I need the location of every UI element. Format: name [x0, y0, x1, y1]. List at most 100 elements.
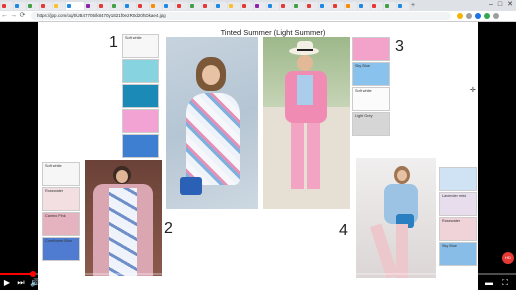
browser-tab[interactable]	[85, 1, 97, 10]
fullscreen-icon[interactable]: ⛶	[498, 276, 512, 290]
tab-favicon-icon	[281, 3, 285, 8]
tab-favicon-icon	[138, 3, 142, 8]
browser-tab[interactable]	[14, 1, 26, 10]
close-window-button[interactable]: ✕	[507, 1, 513, 9]
browser-tab[interactable]	[319, 1, 331, 10]
address-bar-row: ← → ⟳ https://jpp.com/oq/t/UB47705/k8470…	[0, 11, 516, 22]
browser-tab[interactable]	[371, 1, 383, 10]
browser-tab[interactable]	[397, 1, 409, 10]
extension-icon[interactable]	[457, 13, 463, 19]
tab-favicon-icon	[86, 3, 90, 8]
browser-tab[interactable]	[124, 1, 136, 10]
tab-favicon-icon	[255, 3, 259, 8]
tab-favicon-icon	[125, 3, 129, 8]
swatch-g1-1	[122, 59, 159, 83]
browser-tab[interactable]	[332, 1, 344, 10]
theater-icon[interactable]: ▬	[482, 276, 496, 290]
browser-tab[interactable]	[345, 1, 357, 10]
tab-favicon-icon	[229, 3, 233, 8]
tab-favicon-icon	[398, 3, 402, 8]
tab-favicon-icon	[151, 3, 155, 8]
forward-icon[interactable]: →	[9, 11, 18, 21]
photo-4-outfit	[356, 158, 436, 278]
progress-fill	[0, 273, 34, 275]
number-1: 1	[109, 34, 118, 51]
browser-tab[interactable]	[137, 1, 149, 10]
video-frame: Tinted Summer (Light Summer) 1 2 3 4 Sof…	[38, 22, 478, 290]
browser-tab[interactable]	[1, 1, 13, 10]
tab-favicon-icon	[385, 3, 389, 8]
tab-favicon-icon	[54, 3, 58, 8]
tab-favicon-icon	[242, 3, 246, 8]
tab-favicon-icon	[112, 3, 116, 8]
video-viewer[interactable]: Tinted Summer (Light Summer) 1 2 3 4 Sof…	[0, 22, 516, 290]
new-tab-button[interactable]: +	[411, 2, 415, 10]
swatch-g4-3: Sky Blue	[439, 242, 477, 266]
browser-tab[interactable]	[111, 1, 123, 10]
number-3: 3	[395, 38, 404, 55]
browser-tab[interactable]	[267, 1, 279, 10]
browser-tab[interactable]	[293, 1, 305, 10]
image-title: Tinted Summer (Light Summer)	[220, 28, 326, 37]
back-icon[interactable]: ←	[0, 11, 9, 21]
number-2: 2	[164, 220, 173, 237]
browser-tab[interactable]	[53, 1, 65, 10]
tab-favicon-icon	[99, 3, 103, 8]
browser-tab[interactable]	[176, 1, 188, 10]
play-icon[interactable]: ▶	[0, 276, 14, 290]
browser-tab[interactable]	[384, 1, 396, 10]
tab-favicon-icon	[2, 3, 6, 8]
time-display: 0:04 / 9:26	[46, 280, 75, 286]
browser-tab[interactable]	[66, 1, 84, 10]
tab-favicon-icon	[67, 3, 71, 8]
extension-icon[interactable]	[466, 13, 472, 19]
swatch-g3-1: Sky Blue	[352, 62, 390, 86]
extension-icon[interactable]	[484, 13, 490, 19]
number-4: 4	[339, 222, 348, 239]
tab-favicon-icon	[203, 3, 207, 8]
tab-favicon-icon	[333, 3, 337, 8]
extension-icon[interactable]	[475, 13, 481, 19]
tab-favicon-icon	[372, 3, 376, 8]
swatch-g1-2	[122, 84, 159, 108]
browser-tab[interactable]	[306, 1, 318, 10]
reload-icon[interactable]: ⟳	[18, 11, 27, 21]
minimize-button[interactable]: –	[489, 1, 493, 9]
tab-favicon-icon	[320, 3, 324, 8]
video-progress-bar[interactable]	[0, 271, 516, 277]
player-controls: ▶ ⏭ 🔊 0:04 / 9:26 CC ⚙ ▭ ▬ ⛶	[0, 276, 516, 290]
browser-tab[interactable]	[280, 1, 292, 10]
browser-tab[interactable]	[254, 1, 266, 10]
browser-tab[interactable]	[163, 1, 175, 10]
url-field[interactable]: https://jpp.com/oq/t/UB47705/k8470y1821f…	[31, 12, 451, 20]
settings-icon[interactable]: ⚙	[450, 276, 464, 290]
tab-favicon-icon	[268, 3, 272, 8]
tab-favicon-icon	[294, 3, 298, 8]
swatch-g2-2: Cameo Pink	[42, 212, 80, 236]
swatch-g4-1: Lavender mist	[439, 192, 477, 216]
browser-tab[interactable]	[40, 1, 52, 10]
next-icon[interactable]: ⏭	[14, 276, 28, 290]
swatch-g2-0: Soft white	[42, 162, 80, 186]
swatch-g1-0: Soft white	[122, 34, 159, 58]
browser-tab[interactable]	[27, 1, 39, 10]
volume-icon[interactable]: 🔊	[28, 276, 42, 290]
browser-tab[interactable]	[189, 1, 201, 10]
browser-tab[interactable]	[228, 1, 240, 10]
captions-button[interactable]: CC	[434, 276, 448, 290]
window-controls: – □ ✕	[489, 1, 513, 9]
mouse-cursor-icon: ✛	[470, 87, 476, 94]
maximize-button[interactable]: □	[498, 1, 502, 9]
extension-icon[interactable]	[493, 13, 499, 19]
miniplayer-icon[interactable]: ▭	[466, 276, 480, 290]
browser-tab[interactable]	[358, 1, 370, 10]
swatch-g3-2: Soft white	[352, 87, 390, 111]
browser-tab[interactable]	[241, 1, 253, 10]
hd-badge[interactable]: HD	[502, 252, 514, 264]
browser-tab[interactable]	[202, 1, 214, 10]
photo-2-outfit	[85, 160, 162, 276]
browser-tab[interactable]	[215, 1, 227, 10]
browser-tab[interactable]	[150, 1, 162, 10]
browser-tab[interactable]	[98, 1, 110, 10]
swatch-g1-4	[122, 134, 159, 158]
